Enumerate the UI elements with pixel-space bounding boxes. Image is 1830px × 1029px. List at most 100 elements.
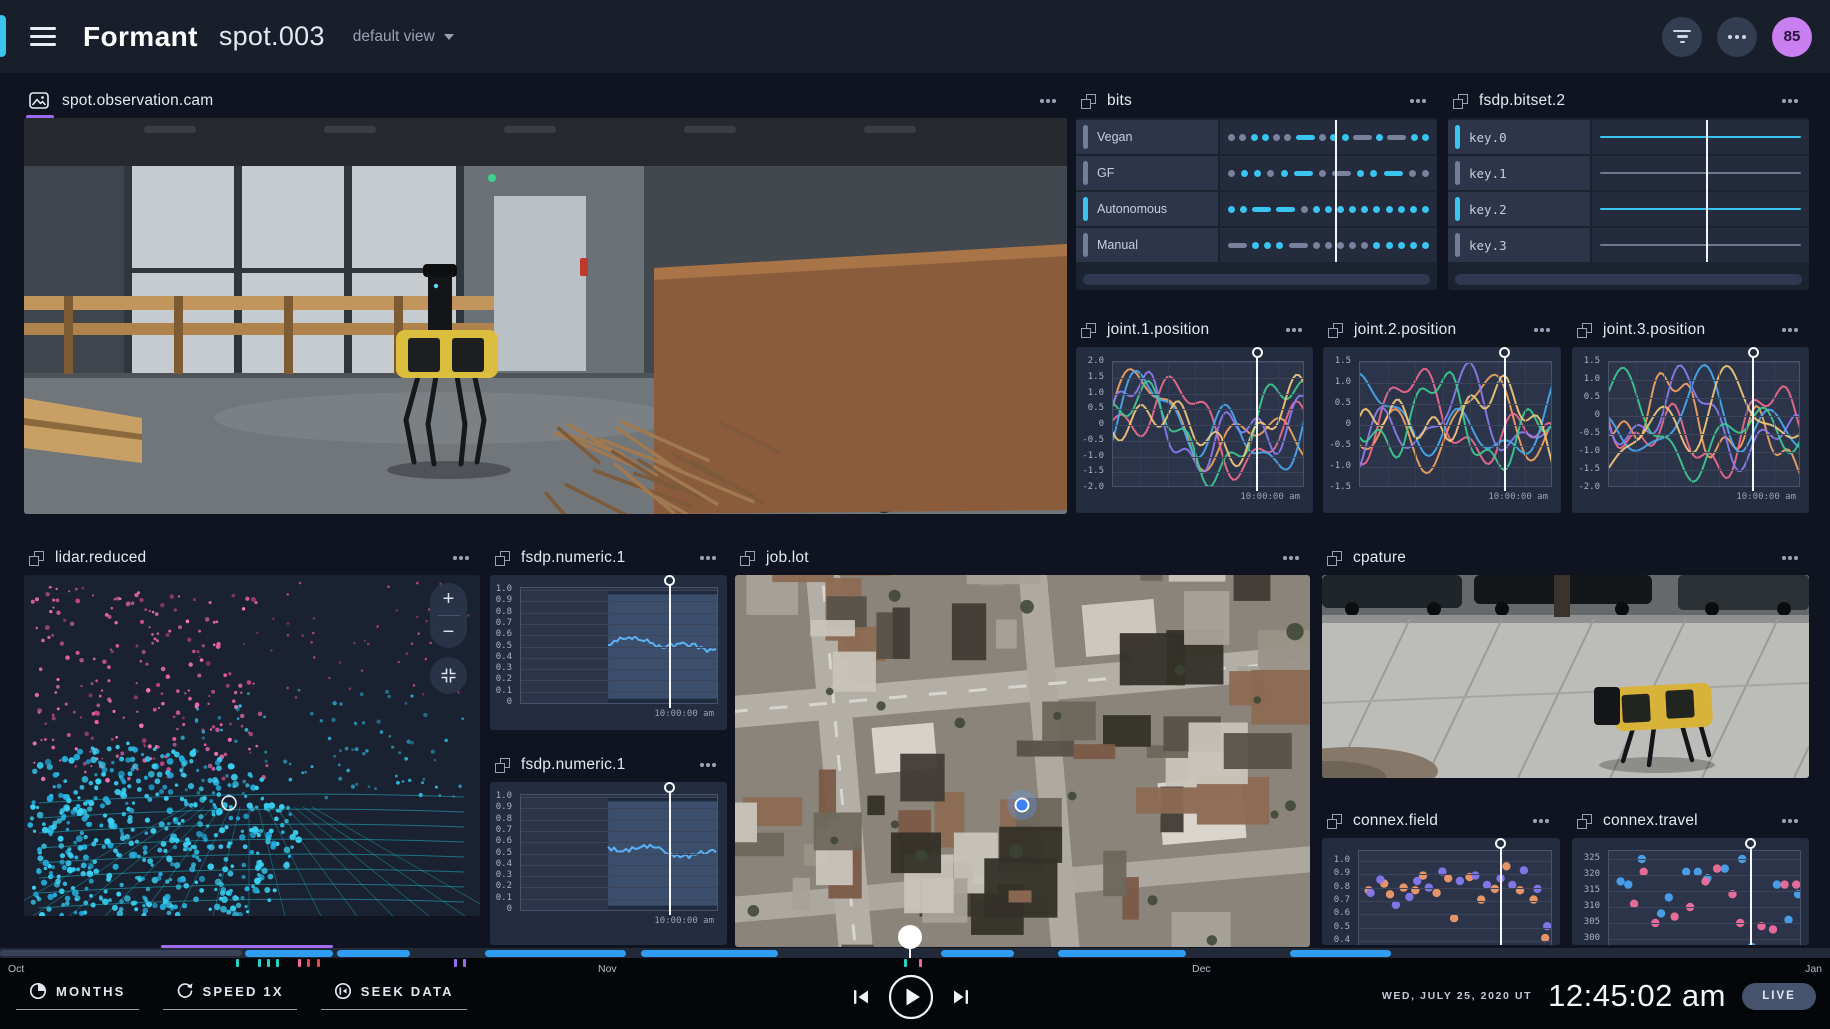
panel-joint2-header[interactable]: joint.2.position: [1323, 313, 1561, 347]
stream-timeline[interactable]: [1590, 120, 1809, 154]
chart-playhead-handle[interactable]: [1745, 838, 1756, 849]
panel-scrollbar[interactable]: [1083, 274, 1430, 285]
panel-menu-button[interactable]: [1776, 810, 1804, 832]
telemetry-row[interactable]: key.1: [1448, 156, 1809, 190]
skip-back-button[interactable]: [853, 989, 870, 1005]
chart-plot-area[interactable]: [1112, 361, 1304, 487]
stream-timeline[interactable]: [1218, 120, 1437, 154]
chart-playhead[interactable]: [1752, 355, 1754, 491]
panel-menu-button[interactable]: [694, 754, 722, 776]
chart-playhead[interactable]: [1504, 355, 1506, 491]
chart-playhead[interactable]: [669, 788, 671, 915]
panel-menu-button[interactable]: [1776, 90, 1804, 112]
chart-plot-area[interactable]: [1608, 850, 1801, 945]
chart-plot-area[interactable]: [520, 587, 718, 704]
panel-menu-button[interactable]: [1034, 90, 1062, 112]
panel-menu-button[interactable]: [694, 547, 722, 569]
stream-timeline[interactable]: [1218, 192, 1437, 226]
event-tick[interactable]: [919, 959, 922, 967]
panel-menu-button[interactable]: [1527, 810, 1555, 832]
panel-connex-field-header[interactable]: connex.field: [1322, 804, 1560, 838]
menu-icon[interactable]: [30, 27, 56, 46]
panel-joint3-header[interactable]: joint.3.position: [1572, 313, 1809, 347]
chart-plot-area[interactable]: [1359, 361, 1552, 487]
panel-connex-travel-header[interactable]: connex.travel: [1572, 804, 1809, 838]
connex-field-chart[interactable]: 1.00.90.80.70.60.50.4: [1322, 838, 1560, 945]
timeline-track[interactable]: [0, 948, 1830, 958]
more-options-button[interactable]: [1717, 17, 1757, 57]
panel-bits-header[interactable]: bits: [1076, 84, 1437, 118]
event-tick[interactable]: [904, 959, 907, 967]
panel-menu-button[interactable]: [1404, 90, 1432, 112]
event-tick[interactable]: [236, 959, 239, 967]
panel-menu-button[interactable]: [447, 547, 475, 569]
panel-menu-button[interactable]: [1776, 547, 1804, 569]
telemetry-row[interactable]: key.2: [1448, 192, 1809, 226]
timeline-playhead-handle[interactable]: [898, 925, 922, 949]
zoom-out-button[interactable]: −: [430, 616, 467, 648]
lidar-viewport[interactable]: + −: [24, 575, 480, 916]
chart-plot-area[interactable]: [1608, 361, 1800, 487]
numeric2-chart[interactable]: 1.00.90.80.70.60.50.40.30.20.1010:00:00 …: [490, 782, 727, 945]
stream-timeline[interactable]: [1590, 192, 1809, 226]
filter-button[interactable]: [1662, 17, 1702, 57]
live-button[interactable]: LIVE: [1742, 983, 1816, 1010]
panel-menu-button[interactable]: [1280, 319, 1308, 341]
chart-plot-area[interactable]: [520, 794, 718, 911]
chart-playhead-handle[interactable]: [1252, 347, 1263, 358]
telemetry-row[interactable]: Manual: [1076, 228, 1437, 262]
zoom-in-button[interactable]: +: [430, 583, 467, 615]
recenter-button[interactable]: [430, 657, 467, 694]
panel-numeric2-header[interactable]: fsdp.numeric.1: [490, 748, 727, 782]
chart-plot-area[interactable]: [1358, 850, 1552, 945]
panel-camera-header[interactable]: spot.observation.cam: [24, 84, 1067, 118]
event-tick[interactable]: [298, 959, 301, 967]
telemetry-row[interactable]: GF: [1076, 156, 1437, 190]
telemetry-row[interactable]: Vegan: [1076, 120, 1437, 154]
panel-bitset-header[interactable]: fsdp.bitset.2: [1448, 84, 1809, 118]
chart-playhead[interactable]: [1256, 355, 1258, 491]
chart-playhead[interactable]: [1750, 844, 1752, 945]
chart-playhead[interactable]: [669, 581, 671, 708]
panel-menu-button[interactable]: [1277, 547, 1305, 569]
telemetry-row[interactable]: key.0: [1448, 120, 1809, 154]
stream-timeline[interactable]: [1590, 156, 1809, 190]
joint2-chart[interactable]: 1.51.00.50-0.5-1.0-1.510:00:00 am: [1323, 347, 1561, 513]
camera-viewport[interactable]: [24, 118, 1067, 514]
seek-data-button[interactable]: SEEK DATA: [321, 982, 467, 1010]
avatar[interactable]: 85: [1772, 17, 1812, 57]
panel-joint1-header[interactable]: joint.1.position: [1076, 313, 1313, 347]
event-tick[interactable]: [454, 959, 457, 967]
connex-travel-chart[interactable]: 325320315310305300: [1572, 838, 1809, 945]
panel-scrollbar[interactable]: [1455, 274, 1802, 285]
joint1-chart[interactable]: 2.01.51.00.50-0.5-1.0-1.5-2.010:00:00 am: [1076, 347, 1313, 513]
telemetry-row[interactable]: Autonomous: [1076, 192, 1437, 226]
stream-timeline[interactable]: [1590, 228, 1809, 262]
event-tick[interactable]: [463, 959, 466, 967]
event-tick[interactable]: [307, 959, 310, 967]
stream-timeline[interactable]: [1218, 228, 1437, 262]
panel-menu-button[interactable]: [1528, 319, 1556, 341]
numeric1-chart[interactable]: 1.00.90.80.70.60.50.40.30.20.1010:00:00 …: [490, 575, 727, 730]
event-tick[interactable]: [267, 959, 270, 967]
skip-forward-button[interactable]: [952, 989, 969, 1005]
panel-numeric1-header[interactable]: fsdp.numeric.1: [490, 541, 727, 575]
joint3-chart[interactable]: 1.51.00.50-0.5-1.0-1.5-2.010:00:00 am: [1572, 347, 1809, 513]
speed-button[interactable]: SPEED 1X: [163, 982, 297, 1010]
chart-playhead-handle[interactable]: [664, 575, 675, 586]
event-tick[interactable]: [258, 959, 261, 967]
play-button[interactable]: [888, 974, 934, 1020]
stream-timeline[interactable]: [1218, 156, 1437, 190]
panel-menu-button[interactable]: [1776, 319, 1804, 341]
chart-playhead-handle[interactable]: [664, 782, 675, 793]
chart-playhead-handle[interactable]: [1499, 347, 1510, 358]
telemetry-row[interactable]: key.3: [1448, 228, 1809, 262]
months-button[interactable]: MONTHS: [16, 982, 139, 1010]
map-viewport[interactable]: [735, 575, 1310, 947]
event-tick[interactable]: [276, 959, 279, 967]
panel-cpature-header[interactable]: cpature: [1322, 541, 1809, 575]
panel-joblot-header[interactable]: job.lot: [735, 541, 1310, 575]
chart-playhead[interactable]: [1500, 844, 1502, 945]
panel-lidar-header[interactable]: lidar.reduced: [24, 541, 480, 575]
chart-playhead-handle[interactable]: [1495, 838, 1506, 849]
